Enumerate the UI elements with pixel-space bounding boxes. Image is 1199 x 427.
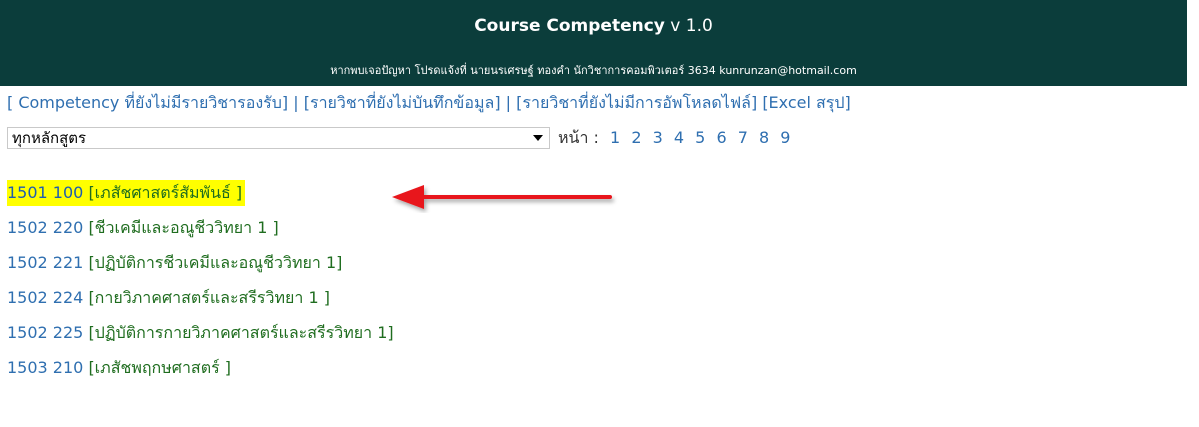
curriculum-select[interactable]: ทุกหลักสูตร <box>7 127 550 149</box>
course-code: 1502 225 <box>7 323 84 342</box>
course-name: [เภสัชพฤกษศาสตร์ ] <box>88 358 232 377</box>
app-header: Course Competency v 1.0 หากพบเจอปัญหา โป… <box>0 0 1187 86</box>
nav-links: [ Competency ที่ยังไม่มีรายวิชารองรับ] |… <box>7 91 851 116</box>
course-item[interactable]: 1502 220 [ชีวเคมีและอณูชีววิทยา 1 ] <box>7 215 279 241</box>
course-code: 1501 100 <box>7 183 84 202</box>
page-link-9[interactable]: 9 <box>780 128 790 147</box>
course-code: 1502 221 <box>7 253 84 272</box>
curriculum-select-value: ทุกหลักสูตร <box>12 129 87 147</box>
pagination: หน้า : 1 2 3 4 5 6 7 8 9 <box>558 126 790 151</box>
page-link-5[interactable]: 5 <box>695 128 705 147</box>
course-code: 1502 224 <box>7 288 84 307</box>
link-competency-no-course[interactable]: [ Competency ที่ยังไม่มีรายวิชารองรับ] <box>7 93 288 112</box>
nav-separator: | <box>505 93 512 112</box>
link-excel-summary[interactable]: [Excel สรุป] <box>762 93 850 112</box>
page-label: หน้า : <box>558 127 599 147</box>
course-name: [กายวิภาคศาสตร์และสรีรวิทยา 1 ] <box>88 288 330 307</box>
course-name: [ปฏิบัติการกายวิภาคศาสตร์และสรีรวิทยา 1] <box>88 323 394 342</box>
chevron-down-icon <box>533 135 543 141</box>
page-link-3[interactable]: 3 <box>653 128 663 147</box>
app-version: v 1.0 <box>670 16 713 36</box>
page-link-4[interactable]: 4 <box>674 128 684 147</box>
page-link-1[interactable]: 1 <box>610 128 620 147</box>
page-link-8[interactable]: 8 <box>759 128 769 147</box>
arrow-left-icon <box>392 185 612 209</box>
page-link-7[interactable]: 7 <box>738 128 748 147</box>
course-item[interactable]: 1502 221 [ปฏิบัติการชีวเคมีและอณูชีววิทย… <box>7 250 342 276</box>
course-item[interactable]: 1502 224 [กายวิภาคศาสตร์และสรีรวิทยา 1 ] <box>7 285 330 311</box>
filter-row: ทุกหลักสูตร หน้า : 1 2 3 4 5 6 7 8 9 <box>7 125 790 151</box>
course-code: 1502 220 <box>7 218 84 237</box>
app-title: Course Competency v 1.0 <box>0 16 1187 36</box>
page-link-2[interactable]: 2 <box>631 128 641 147</box>
course-name: [เภสัชศาสตร์สัมพันธ์ ] <box>88 183 243 202</box>
app-title-text: Course Competency <box>474 16 665 36</box>
contact-info: หากพบเจอปัญหา โปรดแจ้งที่ นายนรเศรษฐ์ ทอ… <box>330 64 857 77</box>
course-item-highlighted[interactable]: 1501 100 [เภสัชศาสตร์สัมพันธ์ ] <box>7 180 246 206</box>
course-item[interactable]: 1502 225 [ปฏิบัติการกายวิภาคศาสตร์และสรี… <box>7 320 394 346</box>
link-course-no-data[interactable]: [รายวิชาที่ยังไม่บันทึกข้อมูล] <box>304 93 501 112</box>
course-name: [ชีวเคมีและอณูชีววิทยา 1 ] <box>88 218 279 237</box>
course-item-cutoff <box>7 390 12 404</box>
link-course-no-upload[interactable]: [รายวิชาที่ยังไม่มีการอัพโหลดไฟล์] <box>516 93 757 112</box>
course-code: 1503 210 <box>7 358 84 377</box>
page-link-6[interactable]: 6 <box>716 128 726 147</box>
nav-separator: | <box>293 93 299 112</box>
course-name: [ปฏิบัติการชีวเคมีและอณูชีววิทยา 1] <box>88 253 343 272</box>
course-item[interactable]: 1503 210 [เภสัชพฤกษศาสตร์ ] <box>7 355 231 381</box>
